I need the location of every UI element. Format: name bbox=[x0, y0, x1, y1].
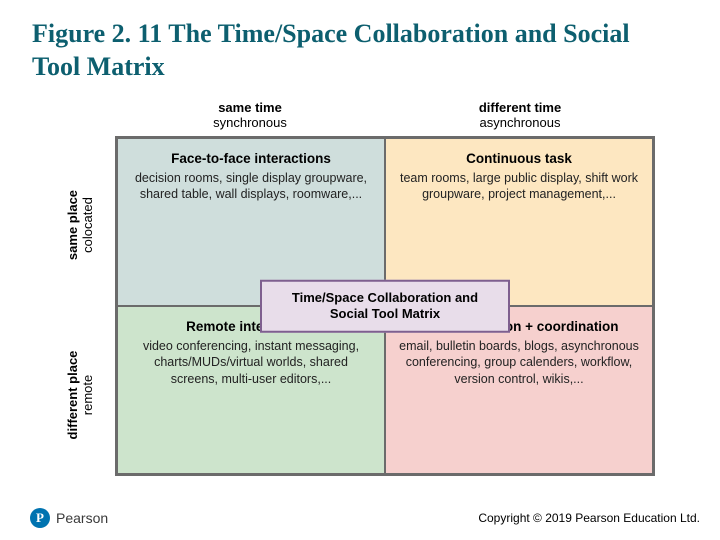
row-label-same-place: same place colocated bbox=[65, 140, 95, 310]
col-header-same-time: same time synchronous bbox=[115, 100, 385, 136]
col-header-sublabel: asynchronous bbox=[385, 115, 655, 130]
pearson-logo-text: Pearson bbox=[56, 510, 108, 526]
row-label-diff-place: different place remote bbox=[65, 310, 95, 480]
row-label-text: different place bbox=[65, 310, 80, 480]
pearson-logo: P Pearson bbox=[30, 508, 108, 528]
matrix-figure: same time synchronous different time asy… bbox=[115, 100, 655, 476]
footer: P Pearson Copyright © 2019 Pearson Educa… bbox=[0, 508, 720, 528]
quadrant-desc: email, bulletin boards, blogs, asynchron… bbox=[398, 338, 640, 387]
quadrant-desc: team rooms, large public display, shift … bbox=[398, 170, 640, 203]
quadrant-desc: decision rooms, single display groupware… bbox=[130, 170, 372, 203]
figure-title: Figure 2. 11 The Time/Space Collaboratio… bbox=[0, 0, 640, 83]
col-header-diff-time: different time asynchronous bbox=[385, 100, 655, 136]
column-headers: same time synchronous different time asy… bbox=[115, 100, 655, 136]
col-header-label: same time bbox=[115, 100, 385, 115]
row-label-subtext: remote bbox=[80, 310, 95, 480]
quadrant-title: Continuous task bbox=[398, 151, 640, 166]
pearson-badge-icon: P bbox=[30, 508, 50, 528]
row-label-text: same place bbox=[65, 140, 80, 310]
col-header-sublabel: synchronous bbox=[115, 115, 385, 130]
quadrant-title: Face-to-face interactions bbox=[130, 151, 372, 166]
col-header-label: different time bbox=[385, 100, 655, 115]
copyright-text: Copyright © 2019 Pearson Education Ltd. bbox=[478, 511, 700, 525]
row-label-subtext: colocated bbox=[80, 140, 95, 310]
matrix-grid: Face-to-face interactions decision rooms… bbox=[115, 136, 655, 476]
quadrant-desc: video conferencing, instant messaging, c… bbox=[130, 338, 372, 387]
matrix-center-label: Time/Space Collaboration and Social Tool… bbox=[260, 280, 510, 333]
